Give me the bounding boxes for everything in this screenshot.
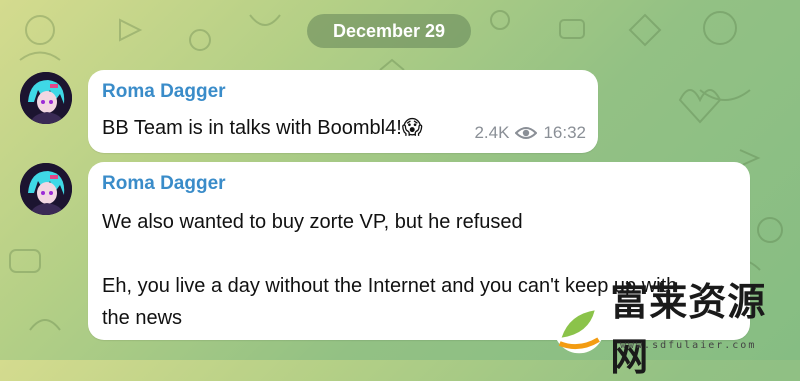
message-text: BB Team is in talks with Boombl4!😱	[102, 117, 423, 139]
sender-name[interactable]: Roma Dagger	[102, 173, 226, 195]
watermark: 富莱资源网 www.sdfulaier.com	[548, 279, 800, 379]
scream-emoji: 😱	[401, 117, 423, 139]
leaf-logo-icon	[553, 302, 605, 354]
avatar-image	[20, 72, 72, 124]
message-meta: 2.4K 16:32	[474, 123, 586, 143]
avatar[interactable]	[20, 163, 72, 215]
watermark-url: www.sdfulaier.com	[620, 340, 757, 351]
watermark-brand: 富莱资源网	[610, 279, 767, 379]
date-divider: December 29	[307, 14, 471, 48]
avatar-image	[20, 163, 72, 215]
eye-icon	[515, 127, 538, 139]
message-line: the news	[102, 307, 183, 329]
view-count: 2.4K	[474, 123, 510, 142]
message-bubble[interactable]: Roma Dagger BB Team is in talks with Boo…	[88, 70, 598, 153]
message-line: We also wanted to buy zorte VP, but he r…	[102, 211, 523, 233]
sender-name[interactable]: Roma Dagger	[102, 81, 226, 103]
message-time: 16:32	[543, 123, 586, 142]
avatar[interactable]	[20, 72, 72, 124]
